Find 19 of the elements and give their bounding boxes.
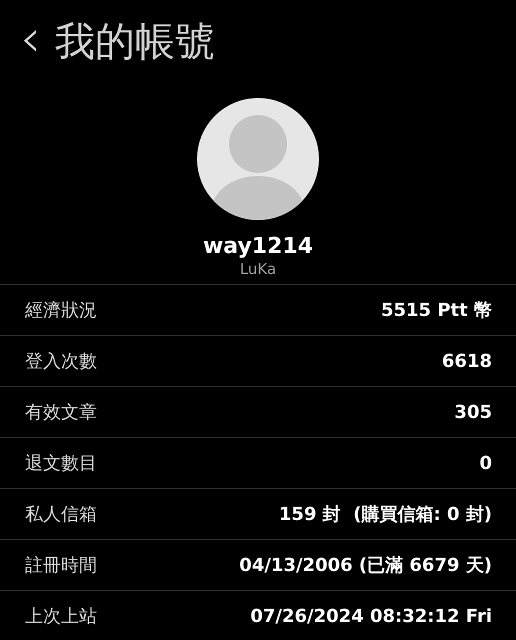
nickname: LuKa — [240, 260, 276, 278]
row-label: 有效文章 — [25, 401, 97, 424]
row-value: 159 封 (購買信箱: 0 封) — [278, 503, 492, 526]
page-title: 我的帳號 — [54, 22, 215, 62]
row-value: 5515 Ptt 幣 — [380, 299, 492, 322]
row-label: 退文數目 — [25, 452, 97, 475]
back-button[interactable]: ‹ — [20, 13, 41, 65]
row-value: 0 — [479, 452, 492, 474]
row-value: 305 — [454, 402, 492, 422]
avatar-icon — [197, 98, 319, 220]
row-label: 註冊時間 — [25, 554, 97, 577]
row-label: 上次上站 — [25, 605, 97, 628]
row-value: 04/13/2006 (已滿 6679 天) — [239, 554, 492, 577]
row-label: 經濟狀況 — [25, 299, 97, 322]
username: way1214 — [202, 234, 314, 260]
row-label: 登入次數 — [25, 350, 97, 373]
row-value: 07/26/2024 08:32:12 Fri — [250, 606, 492, 626]
row-label: 私人信箱 — [25, 503, 97, 526]
row-value: 6618 — [442, 350, 492, 372]
